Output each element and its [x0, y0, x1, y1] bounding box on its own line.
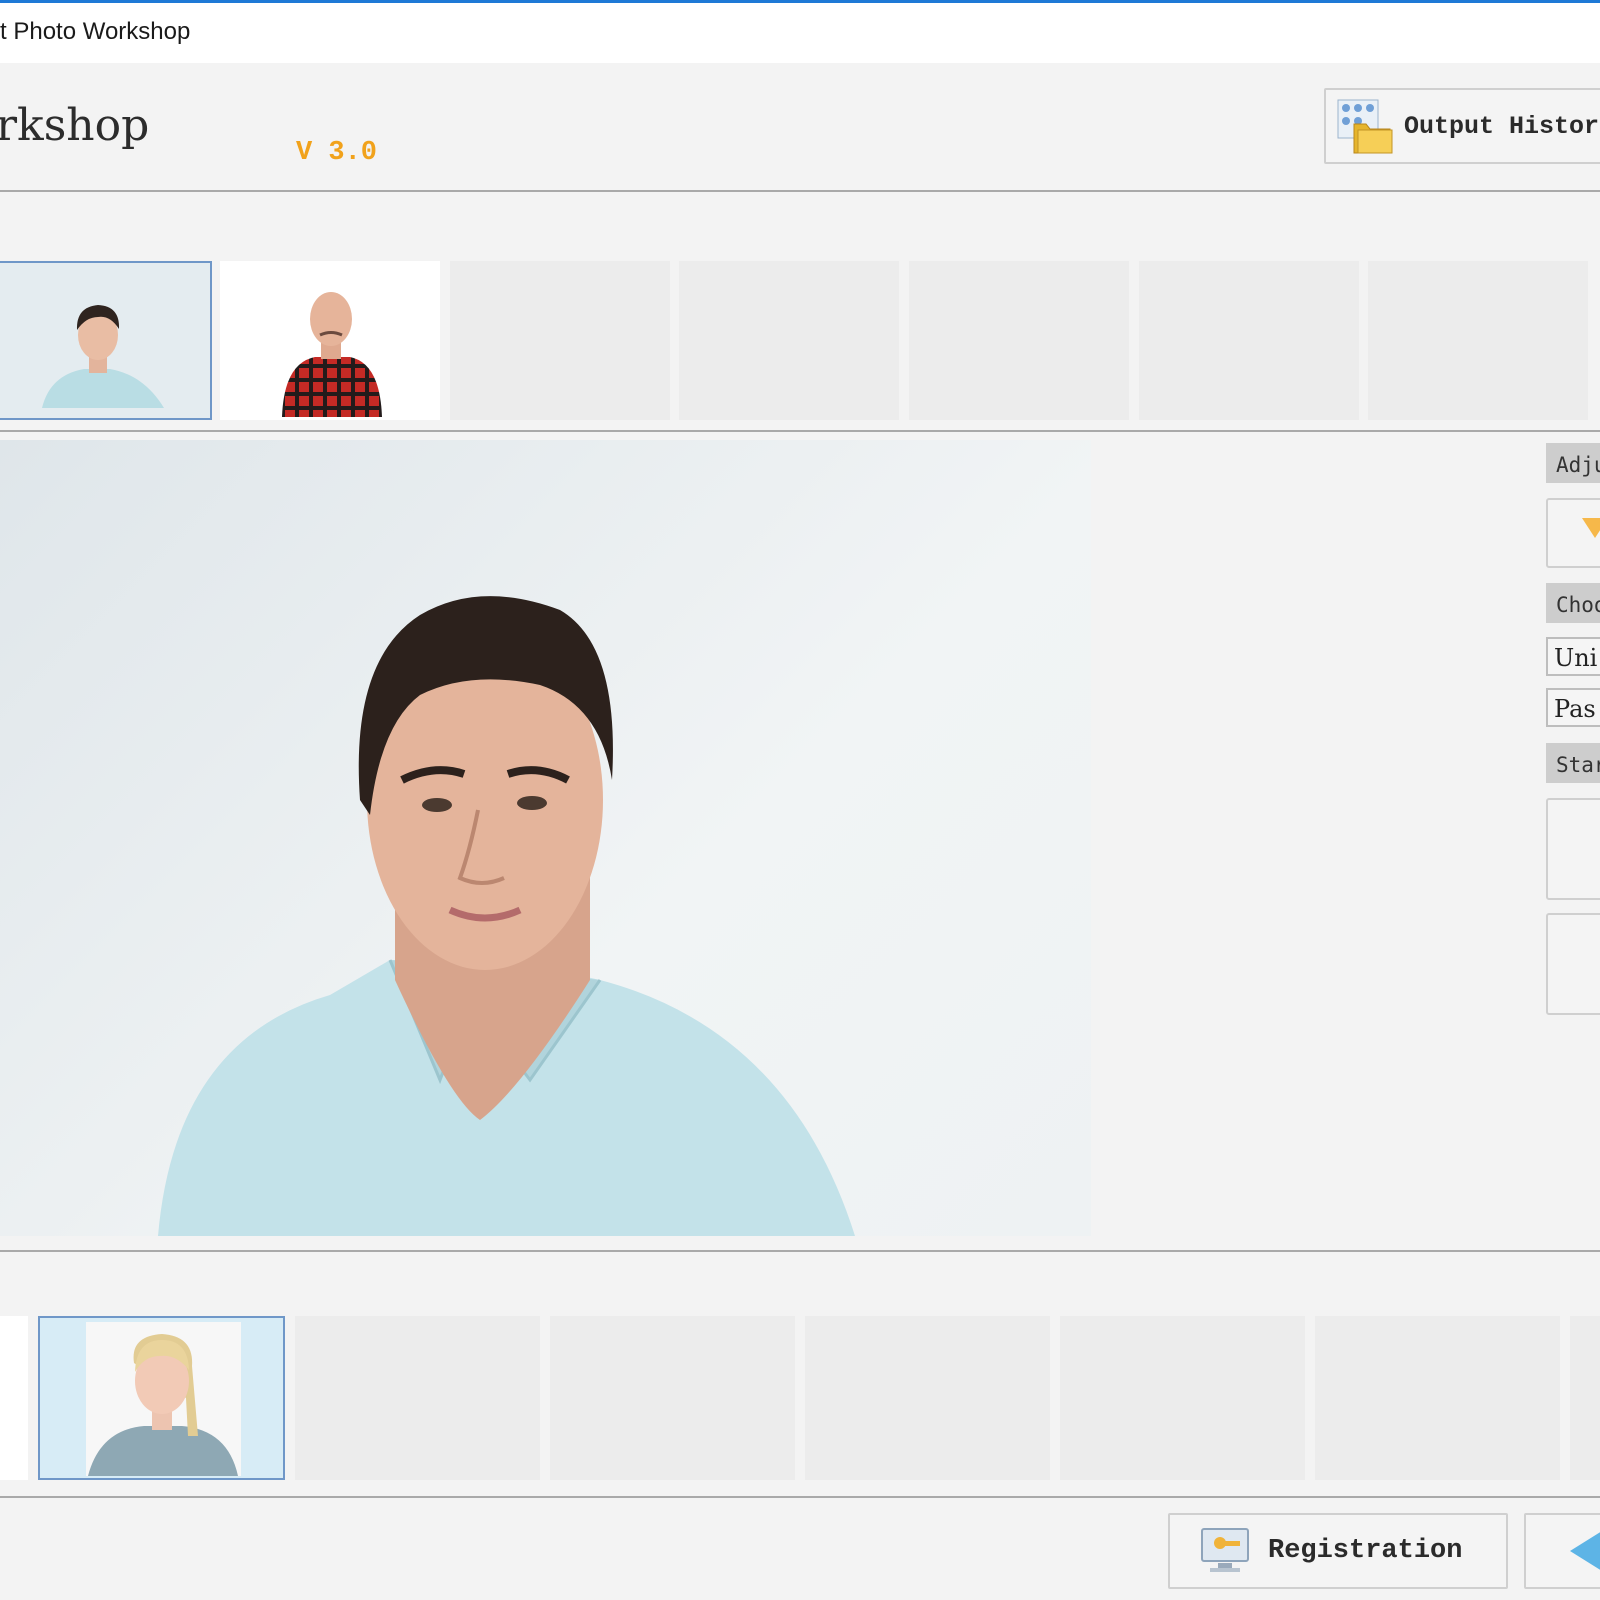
registration-label: Registration — [1268, 1536, 1463, 1566]
photo-thumbnail-slot[interactable] — [679, 261, 899, 420]
photo-thumbnail-slot[interactable] — [1139, 261, 1359, 420]
standard-option-button[interactable] — [1546, 913, 1600, 1015]
output-history-button[interactable]: Output Histor — [1324, 88, 1600, 164]
title-bar — [0, 3, 1600, 63]
photo-thumbnail-slot[interactable] — [1570, 1316, 1600, 1480]
adjust-section-header: Adju — [1546, 443, 1600, 483]
footer-divider — [0, 1496, 1600, 1498]
choose-section-header: Choo — [1546, 583, 1600, 623]
photo-thumbnail-selected[interactable] — [38, 1316, 285, 1480]
photo-thumbnail-2[interactable] — [220, 261, 440, 420]
size-option[interactable]: Pas — [1546, 688, 1600, 727]
app-name: rkshop — [0, 100, 150, 151]
photo-thumbnail-1[interactable] — [0, 261, 212, 420]
photo-thumbnail-partial[interactable] — [0, 1316, 28, 1480]
photo-thumbnail-slot[interactable] — [1060, 1316, 1305, 1480]
version-label: V 3.0 — [296, 138, 378, 168]
output-history-label: Output Histor — [1404, 111, 1600, 141]
person-photo — [282, 292, 382, 417]
registration-button[interactable]: Registration — [1168, 1513, 1508, 1589]
folder-stack-icon — [1337, 99, 1393, 154]
back-button[interactable] — [1524, 1513, 1600, 1589]
monitor-key-icon — [1201, 1528, 1249, 1572]
photo-thumbnail-slot[interactable] — [805, 1316, 1050, 1480]
portrait-image — [158, 596, 855, 1236]
photo-thumbnail-slot[interactable] — [295, 1316, 540, 1480]
photo-thumbnail-slot[interactable] — [1368, 261, 1588, 420]
person-photo — [86, 1322, 241, 1476]
preview-divider — [0, 1250, 1600, 1252]
adjust-button[interactable] — [1546, 498, 1600, 568]
header-divider — [0, 190, 1600, 192]
photo-preview[interactable] — [0, 440, 1091, 1236]
person-photo — [0, 263, 210, 418]
standard-option-button[interactable] — [1546, 798, 1600, 900]
size-option[interactable]: Uni — [1546, 637, 1600, 676]
photo-thumbnail-slot[interactable] — [550, 1316, 795, 1480]
standard-section-header: Star — [1546, 743, 1600, 783]
arrow-left-icon — [1570, 1532, 1600, 1570]
photo-thumbnail-slot[interactable] — [450, 261, 670, 420]
photo-thumbnail-slot[interactable] — [909, 261, 1129, 420]
window-title: t Photo Workshop — [0, 18, 191, 45]
photo-thumbnail-slot[interactable] — [1315, 1316, 1560, 1480]
arrow-down-icon — [1582, 518, 1600, 538]
strip-divider — [0, 430, 1600, 432]
